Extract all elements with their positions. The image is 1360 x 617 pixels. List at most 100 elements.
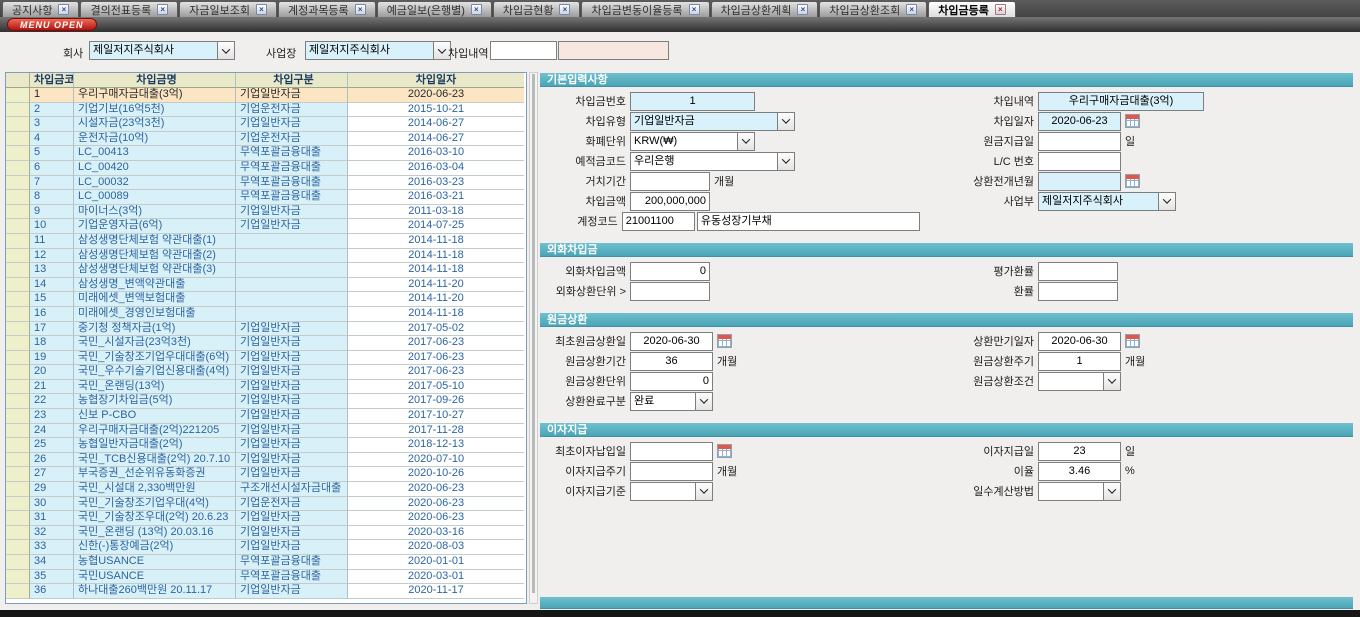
row-selector-cell[interactable]	[6, 438, 30, 453]
row-selector-cell[interactable]	[6, 161, 30, 176]
interest-pay-basis-select[interactable]	[630, 482, 713, 501]
grace-period-input[interactable]	[630, 172, 710, 191]
table-row[interactable]: 31국민_기술창조우대(2억) 20.6.23기업일반자금2020-06-23	[6, 511, 526, 526]
table-row[interactable]: 17중기청 정책자금(1억)기업일반자금2017-05-02	[6, 322, 526, 337]
first-principal-repay-date-input[interactable]: 2020-06-30	[630, 332, 713, 351]
calendar-icon[interactable]	[1125, 174, 1140, 188]
chevron-down-icon[interactable]	[737, 132, 755, 151]
table-row[interactable]: 24우리구매자금대출(2억)221205기업일반자금2017-11-28	[6, 424, 526, 439]
principal-repay-unit-input[interactable]: 0	[630, 372, 713, 391]
row-selector-cell[interactable]	[6, 336, 30, 351]
tab-close-icon[interactable]: ×	[256, 4, 267, 15]
table-row[interactable]: 34농협USANCE무역포괄금융대출2020-01-01	[6, 555, 526, 570]
table-row[interactable]: 6LC_00420무역포괄금융대출2016-03-04	[6, 161, 526, 176]
table-row[interactable]: 7LC_00032무역포괄금융대출2016-03-23	[6, 176, 526, 191]
table-row[interactable]: 15미래에셋_변액보험대출2014-11-20	[6, 292, 526, 307]
day-count-method-select[interactable]	[1038, 482, 1121, 501]
row-selector-cell[interactable]	[6, 132, 30, 147]
table-row[interactable]: 2기업기보(16억5천)기업운전자금2015-10-21	[6, 103, 526, 118]
row-selector-cell[interactable]	[6, 526, 30, 541]
tab-close-icon[interactable]: ×	[157, 4, 168, 15]
table-row[interactable]: 11삼성생명단체보험 약관대출(1)2014-11-18	[6, 234, 526, 249]
company-select[interactable]: 제일저지주식회사	[89, 41, 235, 60]
table-row[interactable]: 10기업운영자금(6억)기업일반자금2014-07-25	[6, 219, 526, 234]
calendar-icon[interactable]	[1125, 334, 1140, 348]
principal-pay-day-input[interactable]	[1038, 132, 1121, 151]
table-row[interactable]: 21국민_온랜딩(13억)기업일반자금2017-05-10	[6, 380, 526, 395]
table-row[interactable]: 4운전자금(10억)기업운전자금2014-06-27	[6, 132, 526, 147]
row-selector-cell[interactable]	[6, 351, 30, 366]
fx-repay-unit-input[interactable]	[630, 282, 710, 301]
row-selector-cell[interactable]	[6, 540, 30, 555]
row-selector-cell[interactable]	[6, 103, 30, 118]
row-selector-cell[interactable]	[6, 322, 30, 337]
table-row[interactable]: 27부국증권_선순위유동화증권기업일반자금2020-10-26	[6, 467, 526, 482]
tab-계정과목등록[interactable]: 계정과목등록×	[278, 1, 376, 17]
fx-loan-amount-input[interactable]: 0	[630, 262, 710, 281]
tab-close-icon[interactable]: ×	[355, 4, 366, 15]
account-name-field[interactable]: 유동성장기부채	[697, 212, 920, 231]
row-selector-cell[interactable]	[6, 555, 30, 570]
row-selector-cell[interactable]	[6, 307, 30, 322]
table-row[interactable]: 36하나대출260백만원 20.11.17기업일반자금2020-11-17	[6, 584, 526, 599]
row-selector-cell[interactable]	[6, 176, 30, 191]
row-selector-cell[interactable]	[6, 394, 30, 409]
tab-차입금현황[interactable]: 차입금현황×	[493, 1, 581, 17]
repay-maturity-date-input[interactable]: 2020-06-30	[1038, 332, 1121, 351]
tab-차입금변동이율등록[interactable]: 차입금변동이율등록×	[581, 1, 709, 17]
first-interest-pay-date-input[interactable]	[630, 442, 713, 461]
interest-rate-input[interactable]: 3.46	[1038, 462, 1121, 481]
currency-unit-select[interactable]: KRW(₩)	[630, 132, 755, 151]
calendar-icon[interactable]	[1125, 114, 1140, 128]
row-selector-cell[interactable]	[6, 497, 30, 512]
interest-pay-cycle-input[interactable]	[630, 462, 713, 481]
eval-exchange-rate-input[interactable]	[1038, 262, 1118, 281]
account-code-input[interactable]: 21001100	[622, 212, 695, 231]
tab-close-icon[interactable]: ×	[995, 4, 1006, 15]
chevron-down-icon[interactable]	[695, 392, 713, 411]
table-row[interactable]: 35국민USANCE무역포괄금융대출2020-03-01	[6, 570, 526, 585]
menu-open-button[interactable]: MENU OPEN	[7, 18, 97, 31]
tab-공지사항[interactable]: 공지사항×	[2, 1, 79, 17]
loan-type-select[interactable]: 기업일반자금	[630, 112, 795, 131]
table-row[interactable]: 19국민_기술창조기업우대대출(6억)기업일반자금2017-06-23	[6, 351, 526, 366]
tab-차입금상환계획[interactable]: 차입금상환계획×	[711, 1, 819, 17]
loan-detail-filter-input[interactable]	[490, 41, 557, 60]
tab-close-icon[interactable]: ×	[689, 4, 700, 15]
tab-차입금상환조회[interactable]: 차입금상환조회×	[819, 1, 927, 17]
scrollbar-thumb[interactable]	[532, 74, 535, 593]
table-row[interactable]: 5LC_00413무역포괄금융대출2016-03-10	[6, 146, 526, 161]
row-selector-cell[interactable]	[6, 190, 30, 205]
table-row[interactable]: 13삼성생명단체보험 약관대출(3)2014-11-18	[6, 263, 526, 278]
row-selector-cell[interactable]	[6, 292, 30, 307]
repay-complete-type-select[interactable]: 완료	[630, 392, 713, 411]
table-row[interactable]: 8LC_00089무역포괄금융대출2016-03-21	[6, 190, 526, 205]
row-selector-cell[interactable]	[6, 409, 30, 424]
row-selector-cell[interactable]	[6, 263, 30, 278]
row-selector-cell[interactable]	[6, 234, 30, 249]
exchange-rate-input[interactable]	[1038, 282, 1118, 301]
tab-close-icon[interactable]: ×	[906, 4, 917, 15]
row-selector-cell[interactable]	[6, 219, 30, 234]
chevron-down-icon[interactable]	[777, 152, 795, 171]
row-selector-cell[interactable]	[6, 453, 30, 468]
lc-number-input[interactable]	[1038, 152, 1121, 171]
table-row[interactable]: 25농협일반자금대출(2억)기업일반자금2018-12-13	[6, 438, 526, 453]
principal-repay-condition-select[interactable]	[1038, 372, 1121, 391]
table-row[interactable]: 20국민_우수기술기업신용대출(4억)기업일반자금2017-06-23	[6, 365, 526, 380]
loan-number-input[interactable]: 1	[630, 92, 755, 111]
row-selector-cell[interactable]	[6, 88, 30, 103]
loan-date-input[interactable]: 2020-06-23	[1038, 112, 1121, 131]
table-row[interactable]: 9마이너스(3억)기업일반자금2011-03-18	[6, 205, 526, 220]
table-row[interactable]: 23신보 P-CBO기업일반자금2017-10-27	[6, 409, 526, 424]
table-row[interactable]: 3시설자금(23억3천)기업일반자금2014-06-27	[6, 117, 526, 132]
tab-close-icon[interactable]: ×	[559, 4, 570, 15]
principal-repay-period-input[interactable]: 36	[630, 352, 713, 371]
interest-pay-day-input[interactable]: 23	[1038, 442, 1121, 461]
chevron-down-icon[interactable]	[777, 112, 795, 131]
chevron-down-icon[interactable]	[695, 482, 713, 501]
tab-자금일보조회[interactable]: 자금일보조회×	[179, 1, 277, 17]
site-select[interactable]: 제일저지주식회사	[305, 41, 451, 60]
row-selector-cell[interactable]	[6, 424, 30, 439]
tab-예금일보(은행별)[interactable]: 예금일보(은행별)×	[377, 1, 492, 17]
